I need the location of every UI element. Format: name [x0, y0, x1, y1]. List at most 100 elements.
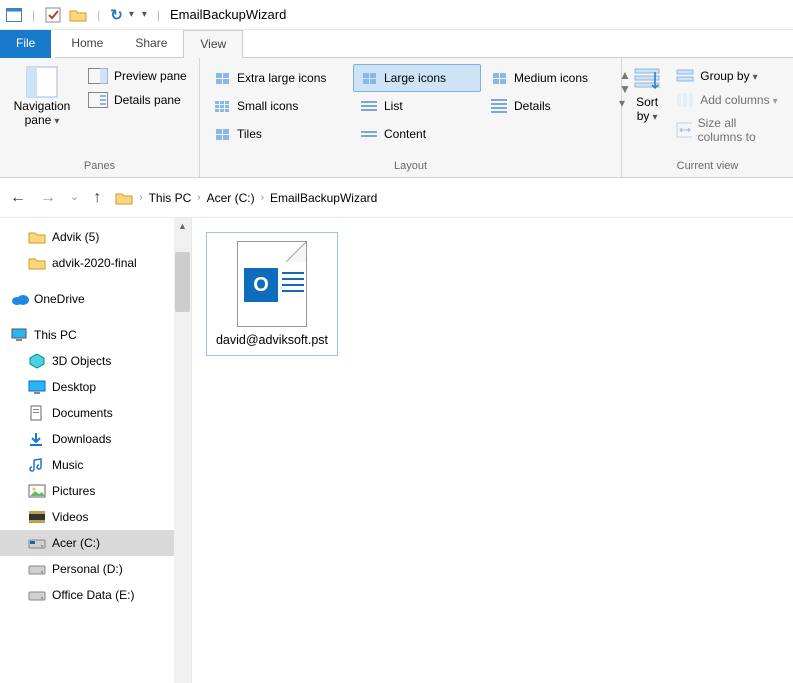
qat-separator: |	[32, 8, 35, 22]
file-item[interactable]: O david@adviksoft.pst	[206, 232, 338, 356]
main-area: Advik (5) advik-2020-final OneDrive This PC…	[0, 218, 793, 683]
qat-separator: |	[97, 8, 100, 22]
layout-details[interactable]: Details	[483, 92, 611, 120]
tree-item-label: advik-2020-final	[52, 256, 137, 270]
onedrive-icon	[10, 292, 28, 306]
sort-by-button[interactable]: Sort by	[628, 62, 666, 124]
navigation-bar: ← → ⌄ ↑ › This PC › Acer (C:) › EmailBac…	[0, 178, 793, 218]
scrollbar-thumb[interactable]	[175, 252, 190, 312]
tab-view[interactable]: View	[183, 30, 243, 58]
details-pane-button[interactable]: Details pane	[84, 90, 191, 110]
back-button[interactable]: ←	[10, 190, 26, 206]
tree-item[interactable]: Acer (C:)	[0, 530, 191, 556]
breadcrumb-item[interactable]: EmailBackupWizard	[270, 191, 377, 205]
add-columns-label: Add columns	[700, 93, 777, 107]
tab-home[interactable]: Home	[55, 30, 119, 58]
ribbon-group-panes: Navigation pane Preview pane Details pan…	[0, 58, 200, 177]
tab-spacer	[243, 30, 793, 58]
chevron-right-icon[interactable]: ›	[261, 192, 264, 203]
pst-file-icon: O	[237, 241, 307, 327]
group-label-currentview: Current view	[628, 157, 787, 177]
navigation-pane-button[interactable]: Navigation pane	[6, 62, 78, 128]
tree-item-label: Documents	[52, 406, 113, 420]
folder-icon	[28, 229, 46, 245]
grid-icon	[490, 73, 508, 84]
down-icon	[28, 431, 46, 447]
pc-icon	[10, 327, 28, 343]
tree-item-label: Desktop	[52, 380, 96, 394]
tree-item-label: Personal (D:)	[52, 562, 123, 576]
size-columns-button[interactable]: Size all columns to	[672, 114, 787, 146]
drive2-icon	[28, 562, 46, 576]
layout-large-icons[interactable]: Large icons	[353, 64, 481, 92]
navigation-pane-label: Navigation pane	[6, 100, 78, 128]
chevron-up-icon[interactable]: ▲	[178, 218, 187, 234]
layout-small-icons[interactable]: Small icons	[206, 92, 351, 120]
titlebar: | | ↻ ▾ ▾ | EmailBackupWizard	[0, 0, 793, 30]
vids-icon	[28, 510, 46, 524]
tree-item[interactable]: Documents	[0, 400, 191, 426]
grid-icon	[213, 73, 231, 84]
window-title: EmailBackupWizard	[170, 7, 286, 22]
breadcrumb-item[interactable]: This PC	[149, 191, 192, 205]
tree-item-label: 3D Objects	[52, 354, 111, 368]
navigation-tree[interactable]: Advik (5) advik-2020-final OneDrive This PC…	[0, 218, 192, 683]
chevron-right-icon[interactable]: ›	[197, 192, 200, 203]
tree-item-label: Music	[52, 458, 83, 472]
layout-list[interactable]: List	[353, 92, 481, 120]
recent-dropdown[interactable]: ⌄	[70, 192, 79, 203]
tree-item[interactable]: Advik (5)	[0, 224, 191, 250]
breadcrumb[interactable]: › This PC › Acer (C:) › EmailBackupWizar…	[115, 190, 377, 206]
tree-item[interactable]: Personal (D:)	[0, 556, 191, 582]
tree-item[interactable]: Videos	[0, 504, 191, 530]
qat-separator: |	[157, 8, 160, 22]
breadcrumb-item[interactable]: Acer (C:)	[207, 191, 255, 205]
qat-checkbox-icon[interactable]	[45, 7, 63, 23]
qat-dropdown-icon[interactable]: ▾	[129, 9, 134, 20]
tree-item[interactable]: 3D Objects	[0, 348, 191, 374]
tree-item-label: Videos	[52, 510, 88, 524]
layout-extra-large-icons[interactable]: Extra large icons	[206, 64, 351, 92]
ribbon: Navigation pane Preview pane Details pan…	[0, 58, 793, 178]
drive-icon	[28, 536, 46, 550]
content-icon	[360, 131, 378, 137]
tree-item[interactable]: advik-2020-final	[0, 250, 191, 276]
tree-item[interactable]: Office Data (E:)	[0, 582, 191, 608]
tree-item[interactable]: Downloads	[0, 426, 191, 452]
tree-item-label: Downloads	[52, 432, 111, 446]
file-list[interactable]: O david@adviksoft.pst	[192, 218, 793, 683]
up-button[interactable]: ↑	[93, 190, 101, 206]
group-by-label: Group by	[700, 69, 757, 83]
tree-scrollbar[interactable]: ▲	[174, 218, 191, 683]
file-name: david@adviksoft.pst	[211, 333, 333, 349]
chevron-right-icon[interactable]: ›	[139, 192, 142, 203]
forward-button[interactable]: →	[40, 190, 56, 206]
pics-icon	[28, 484, 46, 498]
tree-item[interactable]: Desktop	[0, 374, 191, 400]
music-icon	[28, 457, 46, 473]
add-columns-button[interactable]: Add columns	[672, 90, 787, 110]
list-icon	[360, 101, 378, 111]
drive2-icon	[28, 588, 46, 602]
qat-undo-icon[interactable]: ↻	[110, 6, 123, 24]
group-by-button[interactable]: Group by	[672, 66, 787, 86]
preview-pane-button[interactable]: Preview pane	[84, 66, 191, 86]
desktop-icon	[28, 379, 46, 395]
tree-item[interactable]: Pictures	[0, 478, 191, 504]
sort-by-label: Sort by	[628, 96, 666, 124]
grid-icon	[213, 101, 231, 112]
tab-share[interactable]: Share	[119, 30, 183, 58]
window-icon	[6, 8, 22, 22]
tree-item[interactable]: Music	[0, 452, 191, 478]
tree-item-label: Acer (C:)	[52, 536, 100, 550]
qat-customize-icon[interactable]: ▾	[142, 9, 147, 20]
group-label-panes: Panes	[6, 157, 193, 177]
layout-content[interactable]: Content	[353, 120, 481, 148]
tree-item[interactable]: OneDrive	[0, 286, 191, 312]
tree-item[interactable]: This PC	[0, 322, 191, 348]
layout-tiles[interactable]: Tiles	[206, 120, 351, 148]
qat-folder-icon[interactable]	[69, 7, 87, 23]
tab-file[interactable]: File	[0, 30, 51, 58]
layout-medium-icons[interactable]: Medium icons	[483, 64, 611, 92]
details-pane-label: Details pane	[114, 93, 181, 107]
